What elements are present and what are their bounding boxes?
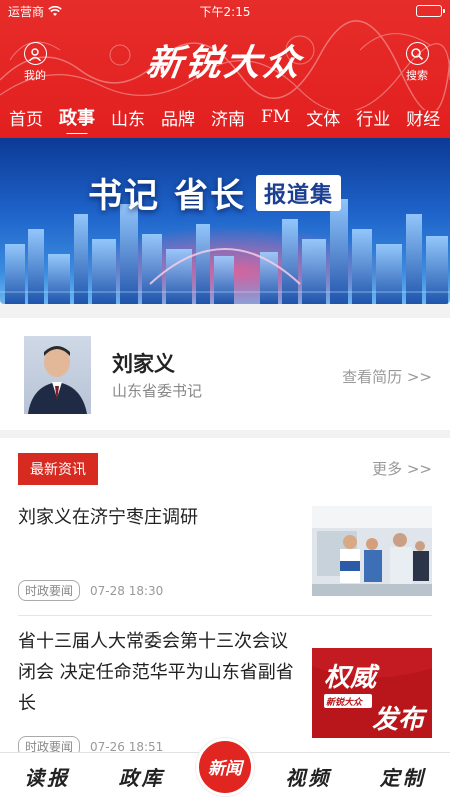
tab-brand[interactable]: 品牌 — [161, 105, 195, 130]
divider — [18, 615, 432, 616]
leader-profile-card[interactable]: 刘家义 山东省委书记 查看简历 >> — [0, 318, 450, 430]
tab-shandong[interactable]: 山东 — [111, 105, 145, 130]
section-label: 最新资讯 — [18, 453, 98, 485]
news-item[interactable]: 刘家义在济宁枣庄调研 时政要闻 07-28 18:30 — [0, 496, 450, 616]
feature-banner[interactable]: 书记 省长 报道集 — [0, 138, 450, 304]
tab-politics[interactable]: 政事 — [59, 104, 95, 134]
news-thumbnail — [312, 506, 432, 596]
tab-jinan[interactable]: 济南 — [211, 105, 245, 130]
banner-title-part1: 书记 — [88, 176, 160, 216]
news-thumbnail: 权威 新锐大众 发布 — [312, 648, 432, 738]
news-title: 刘家义在济宁枣庄调研 — [18, 507, 198, 528]
brand-logo: 新锐大众 — [143, 42, 306, 84]
news-date: 07-28 18:30 — [90, 583, 164, 598]
status-time: 下午2:15 — [199, 4, 251, 19]
banner-title: 书记 省长 报道集 — [88, 168, 342, 217]
channel-tabs: 首页 政事 山东 品牌 济南 FM 文体 行业 财经 — [0, 100, 450, 134]
search-label: 搜索 — [406, 69, 428, 82]
app-header: 运营商 下午2:15 我的 新锐大众 搜索 首页 政事 山东 品牌 济南 FM … — [0, 0, 450, 140]
tab-video[interactable]: 视频 — [268, 762, 348, 791]
more-news-link[interactable]: 更多 >> — [372, 458, 432, 479]
tab-industry[interactable]: 行业 — [356, 105, 390, 130]
category-badge: 时政要闻 — [18, 580, 81, 601]
tab-read-paper[interactable]: 读报 — [7, 762, 87, 791]
banner-tag: 报道集 — [256, 174, 342, 211]
tab-custom[interactable]: 定制 — [363, 762, 443, 791]
avatar — [24, 336, 91, 414]
banner-title-part2: 省长 — [174, 176, 246, 216]
battery-icon — [416, 5, 445, 17]
tab-gov-library[interactable]: 政库 — [102, 762, 182, 791]
profile-role: 山东省委书记 — [112, 382, 203, 400]
bottom-tab-bar: 读报 政库 新闻 视频 定制 — [0, 737, 450, 800]
carrier-label: 运营商 — [8, 4, 45, 19]
news-item[interactable]: 省十三届人大常委会第十三次会议闭会 决定任命范华平为山东省副省长 权威 新锐大众… — [0, 624, 450, 757]
tab-finance[interactable]: 财经 — [406, 105, 440, 130]
tab-home[interactable]: 首页 — [9, 105, 43, 130]
thumb-text-bottom: 发布 — [372, 705, 428, 735]
search-icon — [405, 42, 429, 65]
profile-name: 刘家义 — [112, 351, 175, 376]
tab-fm[interactable]: FM — [261, 107, 290, 127]
thumb-text-top: 权威 — [324, 663, 380, 693]
status-bar: 运营商 下午2:15 — [0, 0, 450, 22]
thumb-text-brand: 新锐大众 — [326, 697, 364, 708]
tab-news[interactable]: 新闻 — [195, 737, 254, 796]
news-meta: 时政要闻 07-28 18:30 — [18, 580, 163, 601]
tab-culture-sports[interactable]: 文体 — [306, 105, 340, 130]
wifi-icon — [48, 5, 62, 16]
carrier: 运营商 — [8, 3, 62, 20]
view-resume-link[interactable]: 查看简历 >> — [342, 366, 432, 387]
search-button[interactable]: 搜索 — [395, 42, 439, 83]
news-title: 省十三届人大常委会第十三次会议闭会 决定任命范华平为山东省副省长 — [18, 631, 294, 714]
news-section: 最新资讯 更多 >> 刘家义在济宁枣庄调研 时政要闻 07-28 18:30 省… — [0, 438, 450, 758]
